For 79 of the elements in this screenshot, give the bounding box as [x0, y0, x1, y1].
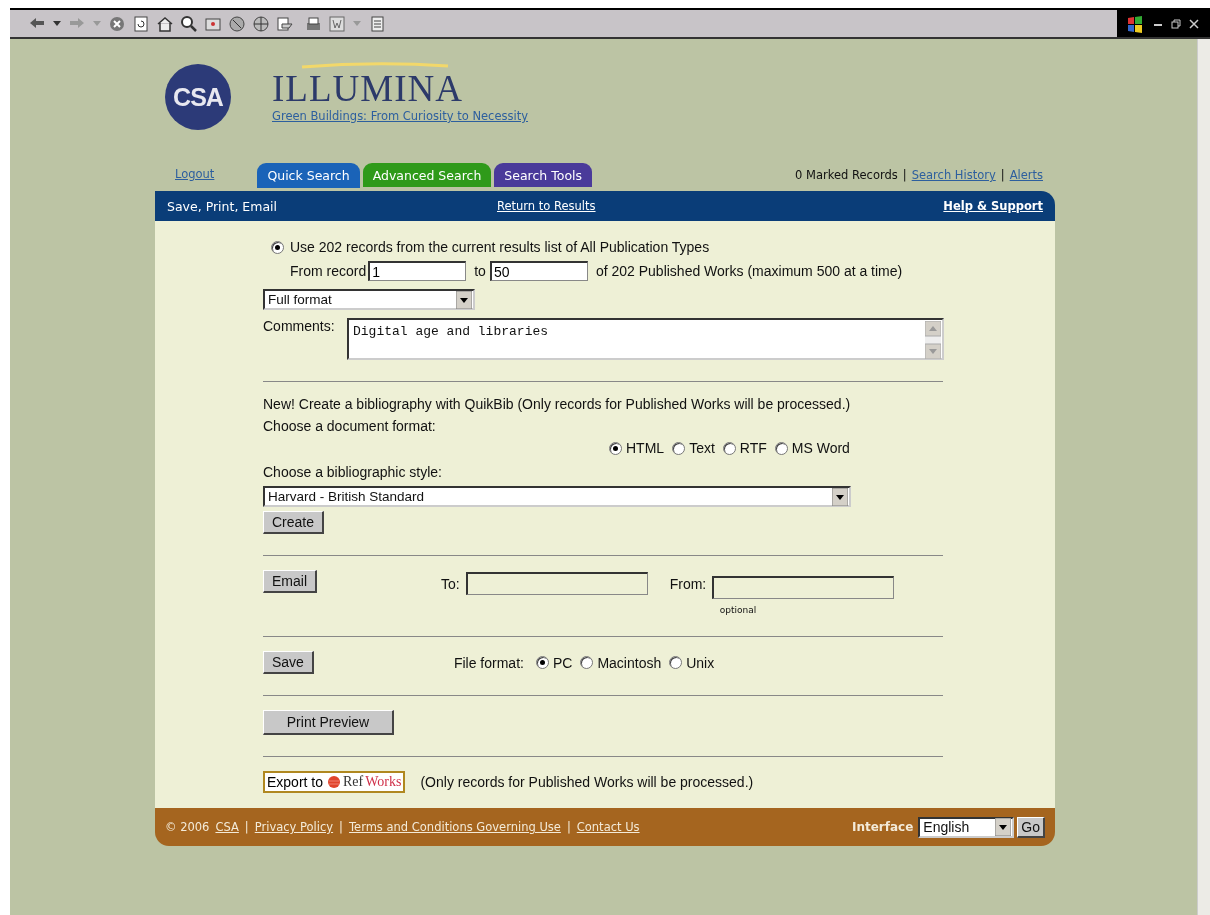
print-icon[interactable] [304, 14, 322, 33]
option-label: Macintosh [597, 654, 662, 671]
scrollbar-icon[interactable] [925, 321, 941, 359]
document-icon[interactable] [368, 14, 386, 33]
format-dropdown[interactable]: Full format [263, 289, 475, 310]
go-button[interactable]: Go [1017, 816, 1045, 838]
footer-link[interactable]: Terms and Conditions Governing Use [349, 820, 561, 834]
option-label: PC [552, 654, 573, 671]
tab[interactable]: Quick Search [257, 163, 360, 188]
email-button[interactable]: Email [263, 570, 317, 593]
option-label: MS Word [791, 440, 850, 456]
footer-link[interactable]: CSA [215, 820, 239, 834]
footer-link[interactable]: Privacy Policy [254, 820, 334, 834]
help-link[interactable]: Help & Support [943, 199, 1043, 213]
ball-icon[interactable] [327, 775, 342, 789]
radio-button[interactable] [535, 656, 549, 669]
save-button[interactable]: Save [263, 651, 314, 674]
windows-logo-icon[interactable] [1125, 13, 1145, 34]
edit-icon[interactable] [328, 14, 346, 33]
header-link[interactable]: Search History [911, 168, 996, 182]
dropdown-arrow-icon[interactable] [832, 487, 848, 506]
create-button[interactable]: Create [263, 511, 325, 534]
option-label: HTML [626, 440, 665, 456]
restore-icon[interactable] [1171, 18, 1181, 29]
close-icon[interactable] [1189, 18, 1199, 29]
radio-button[interactable] [609, 441, 622, 455]
to-record-field[interactable]: 50 [489, 261, 588, 281]
tab[interactable]: Search Tools [494, 163, 593, 187]
separator-text: | [566, 820, 571, 834]
field-label: File format: [453, 654, 524, 671]
description-text: New! Create a bibliography with QuikBib (Only records for Published Works will be processed.) [263, 396, 852, 412]
radio-button[interactable] [271, 240, 284, 254]
logout-link[interactable]: Logout [175, 167, 215, 181]
option-label: Unix [686, 654, 715, 671]
marked-records-count: 0 Marked Records [795, 168, 898, 182]
from-field[interactable] [712, 576, 895, 599]
separator-text: | [339, 820, 343, 834]
field-label: Comments: [263, 318, 336, 334]
field-label: From: [669, 576, 707, 592]
comments-field[interactable]: Digital age and libraries [347, 318, 944, 360]
option-label: Use 202 records from the current results list of All Publication Types [290, 239, 710, 255]
field-label: to [474, 263, 486, 279]
logo: CSA [165, 64, 231, 130]
export-button[interactable]: Export to RefWorks [263, 771, 406, 793]
site-title: ILLUMINA [272, 69, 464, 109]
option-label: Text [689, 440, 715, 456]
subtitle-link[interactable]: Green Buildings: From Curiosity to Necessity [272, 109, 528, 123]
hint-text: optional [719, 605, 758, 615]
separator-text: | [1000, 168, 1005, 182]
field-label: Choose a document format: [263, 418, 437, 434]
tab[interactable]: Advanced Search [362, 163, 492, 187]
copyright-text: © 2006 [165, 820, 210, 834]
field-label: Choose a bibliographic style: [263, 464, 443, 480]
dropdown-arrow-icon[interactable] [456, 290, 472, 309]
style-dropdown[interactable]: Harvard - British Standard [263, 486, 851, 507]
field-label: From record [290, 263, 367, 279]
language-dropdown[interactable]: English [918, 816, 1015, 838]
page-heading: Save, Print, Email [167, 198, 278, 214]
dropdown-arrow-icon[interactable] [995, 818, 1012, 836]
to-field[interactable] [465, 572, 648, 595]
return-link[interactable]: Return to Results [497, 199, 596, 213]
field-label: To: [441, 576, 460, 592]
stop-icon[interactable] [108, 14, 126, 33]
print-preview-button[interactable]: Print Preview [263, 710, 394, 735]
header-link[interactable]: Alerts [1009, 168, 1043, 182]
home-icon[interactable] [156, 14, 174, 33]
radio-button[interactable] [669, 656, 683, 669]
note-text: (Only records for Published Works will be processed.) [420, 774, 754, 790]
footer-link[interactable]: Contact Us [576, 820, 640, 834]
separator-text: | [244, 820, 249, 834]
range-note: of 202 Published Works (maximum 500 at a time) [595, 263, 903, 279]
scrollbar[interactable] [1197, 39, 1210, 915]
from-record-field[interactable]: 1 [368, 261, 467, 281]
interface-label: Interface [851, 820, 914, 834]
search-icon[interactable] [180, 14, 198, 33]
refresh-icon[interactable] [132, 14, 150, 33]
option-label: RTF [739, 440, 767, 456]
separator-text: | [902, 168, 907, 182]
radio-button[interactable] [580, 656, 594, 669]
